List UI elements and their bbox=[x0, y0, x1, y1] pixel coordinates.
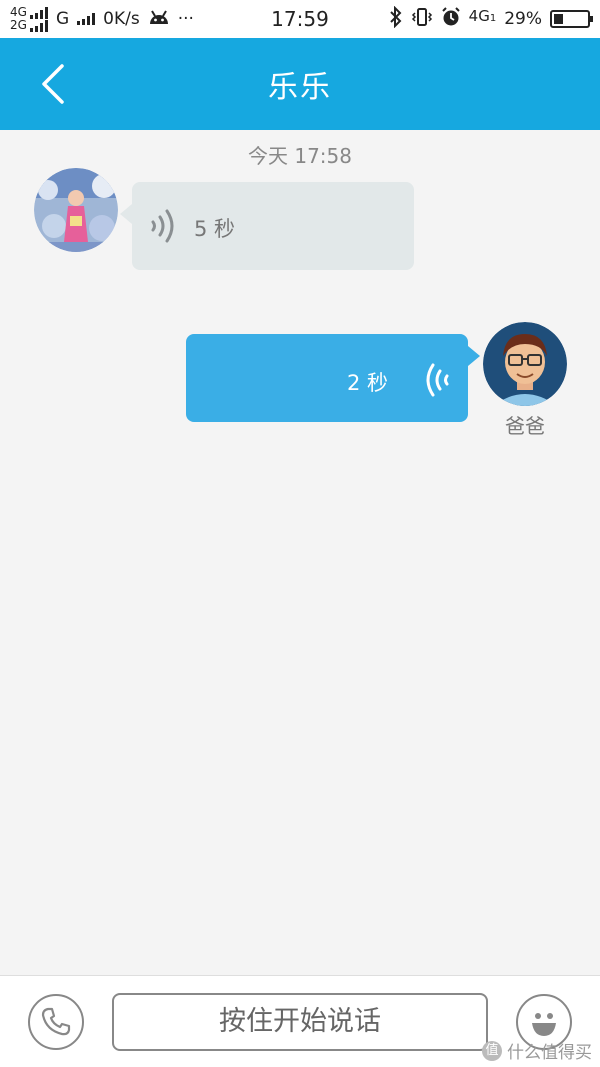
sender-name: 爸爸 bbox=[505, 414, 545, 438]
outgoing-voice-message[interactable]: 2 秒 bbox=[186, 334, 480, 422]
bluetooth-icon bbox=[389, 5, 403, 33]
voice-duration: 2 秒 bbox=[346, 371, 388, 395]
network-type-4: 4G1 bbox=[468, 7, 497, 25]
network-type-3: G bbox=[55, 9, 70, 29]
battery-percent: 29% bbox=[504, 9, 542, 29]
voice-duration: 5 秒 bbox=[194, 217, 236, 241]
phone-icon bbox=[41, 1007, 71, 1036]
message-timestamp: 今天 17:58 bbox=[248, 144, 352, 168]
status-time: 17:59 bbox=[271, 7, 329, 31]
vibrate-icon bbox=[411, 7, 433, 32]
page-title: 乐乐 bbox=[268, 70, 332, 105]
android-icon bbox=[148, 8, 170, 31]
hold-to-talk-button[interactable]: 按住开始说话 bbox=[112, 993, 488, 1051]
status-left: 4G 2G G 0K/s ··· bbox=[10, 6, 194, 32]
watermark: 值 什么值得买 bbox=[482, 1038, 592, 1063]
status-bar: 4G 2G G 0K/s ··· 17:59 4G1 29% bbox=[0, 0, 600, 38]
network-type-2: 2G bbox=[10, 18, 27, 32]
child-avatar[interactable] bbox=[34, 168, 118, 252]
call-button[interactable] bbox=[28, 994, 84, 1050]
more-notifications-icon: ··· bbox=[177, 9, 194, 29]
alarm-icon bbox=[441, 6, 461, 32]
dual-sim-signal: 4G 2G bbox=[10, 6, 48, 32]
watermark-text: 什么值得买 bbox=[507, 1043, 592, 1063]
smiley-icon bbox=[532, 1013, 556, 1036]
signal-bars-icon bbox=[29, 19, 48, 32]
network-speed: 0K/s bbox=[103, 9, 140, 29]
battery-icon bbox=[550, 10, 593, 28]
title-bar: 乐乐 bbox=[0, 38, 600, 130]
dad-avatar[interactable] bbox=[483, 322, 567, 406]
signal-bars-icon bbox=[29, 6, 48, 19]
voice-wave-icon bbox=[420, 362, 450, 402]
watermark-badge: 值 bbox=[482, 1040, 502, 1061]
incoming-voice-message[interactable]: 5 秒 bbox=[120, 182, 414, 270]
chevron-left-icon bbox=[42, 64, 64, 104]
status-right: 4G1 29% bbox=[389, 5, 593, 33]
voice-wave-icon bbox=[150, 208, 180, 248]
signal-bars-icon bbox=[77, 13, 96, 25]
back-button[interactable] bbox=[34, 62, 78, 106]
